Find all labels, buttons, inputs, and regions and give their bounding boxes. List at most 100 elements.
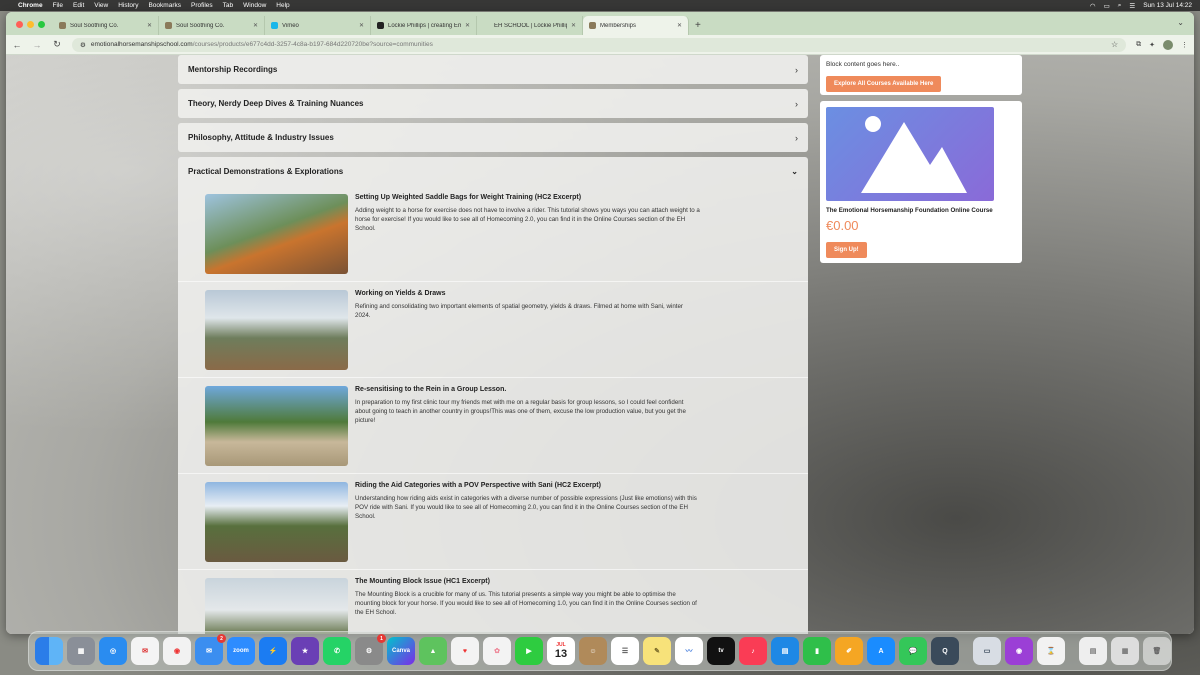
close-tab-icon[interactable]: ✕ (465, 22, 470, 29)
system-settings-icon[interactable]: ⚙ 1 (355, 634, 386, 665)
control-center-icon[interactable]: ☰ (1129, 2, 1135, 10)
messages-icon[interactable]: 💬 (899, 637, 927, 665)
preview-icon[interactable]: ▭ (973, 637, 1001, 665)
lesson-item[interactable]: Setting Up Weighted Saddle Bags for Weig… (178, 186, 808, 282)
photos-icon[interactable]: ✿ (483, 637, 511, 665)
freeform-icon[interactable]: 〰 (675, 637, 703, 665)
accordion-theory[interactable]: Theory, Nerdy Deep Dives & Training Nuan… (178, 89, 808, 118)
lesson-item[interactable]: Riding the Aid Categories with a POV Per… (178, 474, 808, 570)
extension-icon[interactable]: ⧉ (1136, 41, 1141, 49)
finder-icon[interactable] (35, 637, 63, 665)
close-tab-icon[interactable]: ✕ (253, 22, 258, 29)
address-bar[interactable]: ⚙ emotionalhorsemanshipschool.com/course… (72, 37, 1127, 52)
keynote-icon[interactable]: ▤ (771, 637, 799, 665)
apple-tv-icon[interactable]: tv (707, 637, 735, 665)
heart-app-icon[interactable]: ♥ (451, 637, 479, 665)
whatsapp-icon[interactable]: ✆ (323, 637, 351, 665)
mail-icon[interactable]: ✉ 2 (195, 634, 226, 665)
music-icon[interactable]: ♪ (739, 637, 767, 665)
star-app-icon[interactable]: ★ (291, 637, 319, 665)
new-tab-button[interactable]: + (689, 20, 707, 35)
tab-4[interactable]: EH SCHOOL | Lockie Phillips ✕ (477, 16, 583, 35)
safari-icon[interactable]: ◎ (99, 637, 127, 665)
menubar-app-name[interactable]: Chrome (18, 2, 43, 9)
menu-profiles[interactable]: Profiles (191, 2, 213, 9)
numbers-icon[interactable]: ▮ (803, 637, 831, 665)
minimize-window-button[interactable] (27, 21, 34, 28)
battery-icon[interactable]: ▭ (1104, 2, 1110, 10)
pages-icon[interactable]: ✐ (835, 637, 863, 665)
tab-5-active[interactable]: Memberships ✕ (583, 16, 689, 35)
close-tab-icon[interactable]: ✕ (147, 22, 152, 29)
lesson-item[interactable]: Re-sensitising to the Rein in a Group Le… (178, 378, 808, 474)
lesson-title[interactable]: Working on Yields & Draws (355, 290, 700, 297)
wifi-icon[interactable]: ◠ (1090, 2, 1096, 10)
lesson-title[interactable]: Re-sensitising to the Rein in a Group Le… (355, 386, 700, 393)
notes-icon[interactable]: ✎ (643, 637, 671, 665)
quicktime-icon[interactable]: Q (931, 637, 959, 665)
forward-icon[interactable]: → (32, 40, 42, 50)
profile-avatar[interactable] (1163, 39, 1173, 50)
lesson-item[interactable]: Working on Yields & Draws Refining and c… (178, 282, 808, 378)
close-tab-icon[interactable]: ✕ (677, 22, 682, 29)
lesson-thumbnail[interactable] (205, 482, 348, 562)
menu-window[interactable]: Window (243, 2, 266, 9)
menu-edit[interactable]: Edit (73, 2, 84, 9)
puzzle-icon[interactable]: ✦ (1149, 41, 1155, 49)
contacts-icon[interactable]: ☺ (579, 637, 607, 665)
lesson-thumbnail[interactable] (205, 386, 348, 466)
documents-stack-icon[interactable]: ▦ (1111, 637, 1139, 665)
menu-view[interactable]: View (94, 2, 108, 9)
sign-up-button[interactable]: Sign Up! (826, 242, 867, 258)
podcasts-icon[interactable]: ◉ (1005, 637, 1033, 665)
messenger-icon[interactable]: ⚡ (259, 637, 287, 665)
accordion-philosophy[interactable]: Philosophy, Attitude & Industry Issues › (178, 123, 808, 152)
lesson-thumbnail[interactable] (205, 578, 348, 634)
menu-history[interactable]: History (118, 2, 138, 9)
close-tab-icon[interactable]: ✕ (571, 22, 576, 29)
menu-tab[interactable]: Tab (223, 2, 233, 9)
chrome-icon[interactable]: ◉ (163, 637, 191, 665)
lesson-thumbnail[interactable] (205, 194, 348, 274)
gmail-icon[interactable]: ✉ (131, 637, 159, 665)
course-image-placeholder[interactable] (826, 107, 994, 201)
app-store-icon[interactable]: A (867, 637, 895, 665)
maps-icon[interactable]: ▲ (419, 637, 447, 665)
menubar-clock[interactable]: Sun 13 Jul 14:22 (1143, 2, 1192, 9)
explore-courses-button[interactable]: Explore All Courses Available Here (826, 76, 942, 92)
tab-0[interactable]: Soul Soothing Co. ✕ (53, 16, 159, 35)
zoom-icon[interactable]: zoom (227, 637, 255, 665)
lesson-title[interactable]: Setting Up Weighted Saddle Bags for Weig… (355, 194, 700, 201)
tab-3[interactable]: Lockie Phillips | creating Emo ✕ (371, 16, 477, 35)
facetime-icon[interactable]: ▶ (515, 637, 543, 665)
back-icon[interactable]: ← (12, 40, 22, 50)
tab-title: Memberships (600, 22, 637, 29)
lesson-thumbnail[interactable] (205, 290, 348, 370)
bookmark-star-icon[interactable]: ☆ (1111, 40, 1118, 49)
tab-2[interactable]: Vimeo ✕ (265, 16, 371, 35)
reload-icon[interactable]: ↻ (52, 39, 62, 50)
site-info-icon[interactable]: ⚙ (80, 41, 86, 49)
canva-icon[interactable]: Canva (387, 637, 415, 665)
lesson-title[interactable]: The Mounting Block Issue (HC1 Excerpt) (355, 578, 700, 585)
reminders-icon[interactable]: ☰ (611, 637, 639, 665)
menu-help[interactable]: Help (276, 2, 289, 9)
close-tab-icon[interactable]: ✕ (359, 22, 364, 29)
menu-bookmarks[interactable]: Bookmarks (148, 2, 181, 9)
maximize-window-button[interactable] (38, 21, 45, 28)
lesson-item[interactable]: The Mounting Block Issue (HC1 Excerpt) T… (178, 570, 808, 634)
tab-search-icon[interactable]: ⌄ (1177, 18, 1184, 27)
accordion-header[interactable]: Practical Demonstrations & Explorations … (178, 157, 808, 186)
trash-icon[interactable]: 🗑 (1143, 637, 1171, 665)
search-icon[interactable]: ⌕ (1118, 2, 1122, 10)
downloads-stack-icon[interactable]: ▤ (1079, 637, 1107, 665)
tab-1[interactable]: Soul Soothing Co. ✕ (159, 16, 265, 35)
accordion-mentorship-recordings[interactable]: Mentorship Recordings › (178, 55, 808, 84)
launchpad-icon[interactable]: ▦ (67, 637, 95, 665)
menu-file[interactable]: File (53, 2, 63, 9)
close-window-button[interactable] (16, 21, 23, 28)
calendar-icon[interactable]: JUL 13 (547, 637, 575, 665)
screen-time-icon[interactable]: ⌛ (1037, 637, 1065, 665)
lesson-title[interactable]: Riding the Aid Categories with a POV Per… (355, 482, 700, 489)
kebab-menu-icon[interactable]: ⋮ (1181, 41, 1188, 49)
